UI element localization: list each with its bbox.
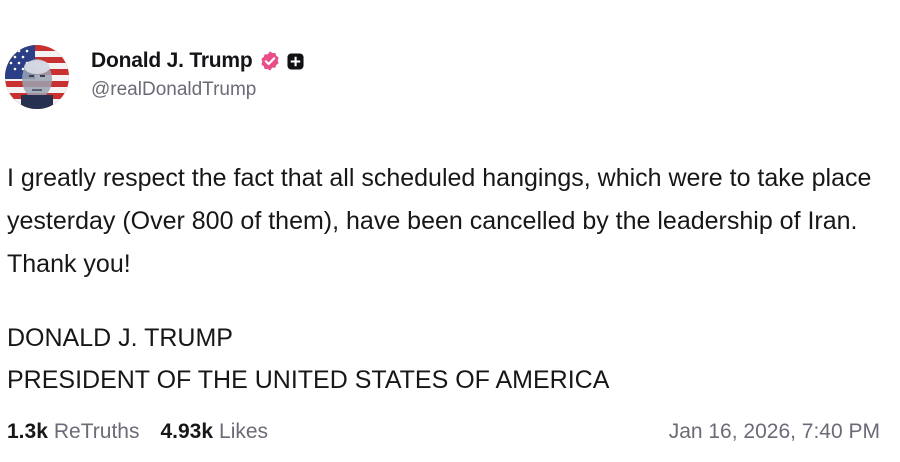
post-header: Donald J. Trump @realDonaldTrump: [5, 45, 304, 109]
likes-count: 4.93k: [160, 420, 214, 443]
retruths-label: ReTruths: [53, 420, 140, 443]
post-timestamp[interactable]: Jan 16, 2026, 7:40 PM: [669, 420, 880, 444]
likes-stat[interactable]: 4.93k Likes: [160, 420, 268, 444]
truth-post: Donald J. Trump @realDonaldTrump I great…: [0, 0, 900, 462]
plus-square-icon[interactable]: [286, 52, 304, 70]
post-signature: DONALD J. TRUMP PRESIDENT OF THE UNITED …: [7, 317, 609, 401]
author-block: Donald J. Trump @realDonaldTrump: [91, 47, 304, 101]
signature-title: PRESIDENT OF THE UNITED STATES OF AMERIC…: [7, 366, 610, 394]
retruths-count: 1.3k: [7, 420, 48, 443]
post-body: I greatly respect the fact that all sche…: [7, 164, 872, 278]
post-footer: 1.3k ReTruths 4.93k Likes Jan 16, 2026, …: [7, 417, 880, 447]
avatar[interactable]: [5, 45, 69, 109]
verified-badge-icon: [260, 51, 279, 71]
signature-name: DONALD J. TRUMP: [7, 324, 233, 352]
retruths-stat[interactable]: 1.3k ReTruths: [7, 420, 139, 444]
author-display-name[interactable]: Donald J. Trump: [91, 49, 253, 73]
likes-label: Likes: [219, 420, 269, 443]
flag-portrait-avatar-icon: [5, 45, 69, 109]
author-name-row: Donald J. Trump: [91, 47, 304, 75]
author-handle[interactable]: @realDonaldTrump: [91, 79, 304, 101]
